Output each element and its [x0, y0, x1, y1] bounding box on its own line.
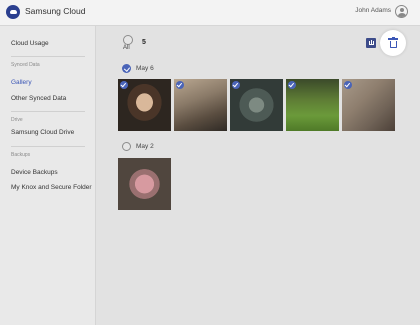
delete-button[interactable]: [380, 30, 406, 56]
sidebar-divider: [11, 111, 85, 112]
group-date-may-6: May 6: [136, 65, 154, 72]
selected-count: 5: [142, 39, 146, 46]
trash-icon: [388, 36, 398, 48]
sidebar-item-cloud-usage[interactable]: Cloud Usage: [11, 40, 49, 47]
photo-thumbnail[interactable]: [118, 158, 171, 210]
user-name[interactable]: John Adams: [355, 7, 391, 14]
top-bar: Samsung Cloud John Adams: [0, 0, 420, 26]
photo-selected-check-icon[interactable]: [176, 81, 184, 89]
photo-thumbnail[interactable]: [230, 79, 283, 131]
app-title: Samsung Cloud: [25, 6, 86, 16]
sidebar-heading-backups: Backups: [11, 152, 31, 158]
group-date-may-2: May 2: [136, 143, 154, 150]
sidebar-item-samsung-cloud-drive[interactable]: Samsung Cloud Drive: [11, 129, 74, 136]
photo-thumbnail[interactable]: [286, 79, 339, 131]
sidebar-item-other-synced-data[interactable]: Other Synced Data: [11, 95, 66, 102]
photo-selected-check-icon[interactable]: [232, 81, 240, 89]
sidebar-item-knox-secure-folder[interactable]: My Knox and Secure Folder: [11, 184, 92, 191]
select-all-checkbox[interactable]: [123, 35, 133, 45]
download-icon[interactable]: [366, 38, 376, 48]
photo-thumbnail[interactable]: [118, 79, 171, 131]
user-avatar-icon[interactable]: [395, 5, 408, 18]
sidebar-divider: [11, 56, 85, 57]
sidebar-item-device-backups[interactable]: Device Backups: [11, 169, 58, 176]
sidebar-heading-synced-data: Synced Data: [11, 62, 40, 68]
samsung-cloud-logo-icon: [6, 5, 20, 19]
photo-thumbnail[interactable]: [174, 79, 227, 131]
photo-selected-check-icon[interactable]: [288, 81, 296, 89]
photo-selected-check-icon[interactable]: [344, 81, 352, 89]
sidebar-item-gallery[interactable]: Gallery: [11, 79, 32, 86]
group-checkbox-may-2[interactable]: [122, 142, 131, 151]
sidebar-heading-drive: Drive: [11, 117, 23, 123]
photo-selected-check-icon[interactable]: [120, 81, 128, 89]
photo-thumbnail[interactable]: [342, 79, 395, 131]
sidebar-divider: [11, 146, 85, 147]
select-all-label: All: [123, 45, 130, 51]
group-checkbox-may-6[interactable]: [122, 64, 131, 73]
